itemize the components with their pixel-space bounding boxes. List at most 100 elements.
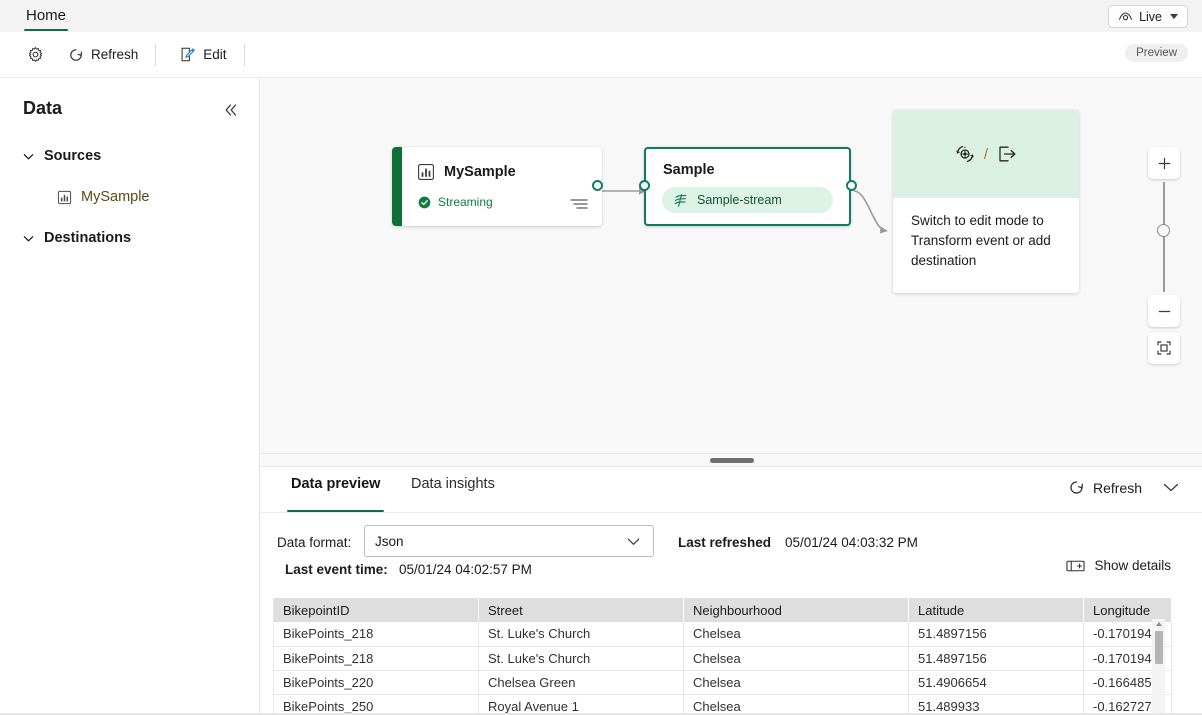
command-bar: Refresh Edit Preview [0,32,1202,78]
table-row[interactable]: BikePoints_220 Chelsea Green Chelsea 51.… [273,670,1172,695]
edit-pencil-icon [179,46,196,63]
cell-neighbourhood: Chelsea [683,622,909,647]
data-preview-table[interactable]: BikepointID Street Neighbourhood Latitud… [273,598,1172,715]
scrollbar-thumb[interactable] [1155,631,1163,664]
bar-chart-icon [57,190,72,205]
zoom-out-button[interactable] [1148,295,1180,327]
chevron-down-icon [626,535,641,548]
sidebar-item-mysample[interactable]: MySample [0,180,260,214]
live-mode-dropdown[interactable]: Live [1108,5,1188,28]
pipeline-canvas[interactable]: MySample Streaming Sample Sample-stream … [261,78,1202,453]
hint-node-edit-mode[interactable]: / Switch to edit mode to Transform event… [893,110,1079,293]
bottom-pane-tabs: Data preview Data insights Refresh [261,467,1202,513]
column-header-latitude[interactable]: Latitude [908,598,1084,622]
tab-data-preview[interactable]: Data preview [287,476,385,512]
tree-spacer-1 [0,172,260,180]
source-node-title: MySample [444,164,516,180]
cell-latitude: 51.4906654 [908,670,1084,695]
stream-wave-icon [673,193,689,208]
port-source-out[interactable] [592,180,603,191]
tab-home-label: Home [26,6,67,24]
tab-data-insights-label: Data insights [411,476,495,492]
scroll-up-arrow-icon[interactable] [1156,622,1162,626]
show-details-label: Show details [1094,558,1171,573]
preview-refresh-button[interactable]: Refresh [1068,479,1142,496]
edit-button[interactable]: Edit [170,40,235,70]
column-header-neighbourhood[interactable]: Neighbourhood [683,598,909,622]
list-menu-icon[interactable] [570,198,588,210]
source-node-accent-bar [392,147,402,226]
cell-street: St. Luke's Church [478,646,684,671]
sidebar-item-mysample-label: MySample [81,189,150,205]
chevron-down-icon [22,150,35,163]
double-chevron-left-icon [223,103,239,117]
app-root: Home Live Refresh Edit Preview Data Sour… [0,0,1202,715]
port-stream-out[interactable] [846,180,857,191]
column-header-bikepointid[interactable]: BikepointID [273,598,479,622]
last-event-time-value: 05/01/24 04:02:57 PM [399,562,532,577]
refresh-button-label: Refresh [91,47,139,62]
cell-bikepointid: BikePoints_218 [273,646,479,671]
preview-badge: Preview [1125,44,1188,62]
port-stream-in[interactable] [639,180,650,191]
sidebar-title: Data [23,98,63,118]
cell-latitude: 51.489933 [908,694,1084,715]
hint-node-header: / [893,110,1079,198]
pane-splitter[interactable] [261,453,1202,467]
splitter-grip[interactable] [709,458,754,463]
stream-node-sample[interactable]: Sample Sample-stream [644,147,851,226]
chevron-down-icon [1170,14,1178,19]
preview-metadata: Data format: Json Last event time: 05/01… [261,513,1202,589]
data-format-value: Json [375,533,404,549]
show-details-button[interactable]: Show details [1066,558,1171,573]
settings-button[interactable] [18,40,53,70]
stream-node-title: Sample [663,162,715,178]
zoom-in-button[interactable] [1148,147,1180,179]
tab-home-underline [24,28,69,31]
preview-refresh-label: Refresh [1092,479,1142,496]
toolbar-divider-1 [155,43,157,66]
tab-data-preview-label: Data preview [291,476,381,492]
sidebar-group-sources[interactable]: Sources [0,140,260,172]
column-header-street[interactable]: Street [478,598,684,622]
table-row[interactable]: BikePoints_218 St. Luke's Church Chelsea… [273,646,1172,671]
chevron-down-icon [22,232,35,245]
cell-latitude: 51.4897156 [908,646,1084,671]
sidebar-group-sources-label: Sources [44,148,102,164]
cell-street: Chelsea Green [478,670,684,695]
sidebar-group-destinations[interactable]: Destinations [0,222,260,254]
zoom-slider[interactable] [1148,182,1180,292]
bottom-pane: Data preview Data insights Refresh Data … [261,467,1202,715]
tab-home[interactable]: Home [18,0,74,32]
refresh-button[interactable]: Refresh [59,40,147,70]
fit-to-screen-button[interactable] [1148,332,1180,364]
source-node-status: Streaming [418,195,493,209]
transform-gear-refresh-icon [954,143,976,165]
data-format-select[interactable]: Json [364,525,654,557]
minus-icon [1157,304,1172,319]
tab-data-insights[interactable]: Data insights [407,476,499,512]
title-bar: Home Live [0,0,1202,32]
table-header-row: BikepointID Street Neighbourhood Latitud… [273,598,1172,622]
sidebar-collapse-button[interactable] [221,100,241,120]
hint-separator: / [983,145,989,163]
fit-to-screen-icon [1156,340,1172,356]
zoom-slider-rail [1163,182,1165,292]
table-row[interactable]: BikePoints_250 Royal Avenue 1 Chelsea 51… [273,694,1172,715]
stream-node-pill-label: Sample-stream [697,193,782,207]
cell-bikepointid: BikePoints_218 [273,622,479,647]
details-panel-icon [1066,559,1086,573]
chevron-down-icon [1162,481,1180,493]
table-row[interactable]: BikePoints_218 St. Luke's Church Chelsea… [273,622,1172,647]
cell-street: St. Luke's Church [478,622,684,647]
source-node-mysample[interactable]: MySample Streaming [392,147,602,226]
zoom-slider-handle[interactable] [1157,224,1170,237]
check-circle-icon [418,196,431,209]
bottom-pane-collapse-button[interactable] [1162,481,1180,493]
canvas-zoom-controls [1148,147,1182,364]
stream-node-pill[interactable]: Sample-stream [662,187,833,213]
tab-data-preview-underline [287,509,385,512]
table-vertical-scrollbar[interactable] [1152,619,1165,715]
plus-icon [1157,156,1172,171]
data-sidebar: Data Sources MySample Destinations [0,78,260,715]
